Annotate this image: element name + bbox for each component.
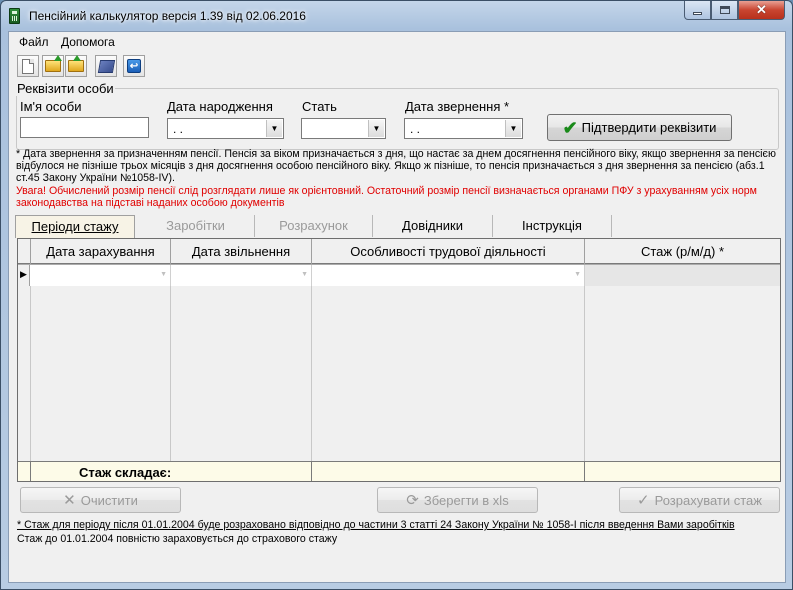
column-header[interactable]: Особливості трудової діяльності <box>312 239 585 264</box>
chevron-down-icon[interactable]: ▼ <box>574 271 581 278</box>
row-indicator-icon[interactable]: ▶ <box>18 265 30 286</box>
total-experience-value <box>585 462 780 481</box>
window-title: Пенсійний калькулятор версія 1.39 від 02… <box>29 9 306 23</box>
confirm-details-button[interactable]: ✔ Підтвердити реквізити <box>547 114 732 141</box>
app-window: Пенсійний калькулятор версія 1.39 від 02… <box>0 0 793 590</box>
refresh-icon: ⟳ <box>406 492 419 509</box>
save-xls-button[interactable]: ⟳ Зберегти в xls <box>377 487 538 513</box>
footer-note-1: * Стаж для періоду після 01.01.2004 буде… <box>17 519 735 531</box>
request-date-note: * Дата звернення за призначенням пенсії.… <box>16 148 776 185</box>
total-experience-label: Стаж складає: <box>79 465 172 480</box>
exit-icon: ↩ <box>127 59 141 73</box>
table-footer: Стаж складає: <box>18 461 780 481</box>
experience-cell <box>585 265 780 286</box>
new-button[interactable] <box>17 55 39 77</box>
new-document-icon <box>22 58 34 74</box>
work-periods-table: Дата зарахування Дата звільнення Особлив… <box>17 238 781 482</box>
menu-file[interactable]: Файл <box>19 35 49 49</box>
checkmark-icon: ✔ <box>562 117 578 138</box>
save-button[interactable] <box>65 55 87 77</box>
column-divider <box>18 286 31 461</box>
reference-button[interactable] <box>95 55 117 77</box>
table-header: Дата зарахування Дата звільнення Особлив… <box>18 239 780 264</box>
close-icon: ✕ <box>756 2 767 17</box>
tab-calculation[interactable]: Розрахунок <box>255 215 373 237</box>
tab-strip: Періоди стажу Заробітки Розрахунок Довід… <box>15 215 781 238</box>
column-divider <box>31 286 171 461</box>
name-label: Ім'я особи <box>20 99 82 114</box>
column-header[interactable]: Дата зарахування <box>31 239 171 264</box>
calculator-icon <box>9 8 20 24</box>
name-input[interactable] <box>20 117 149 138</box>
reference-book-icon <box>97 59 115 73</box>
person-details-legend: Реквізити особи <box>16 81 115 96</box>
column-header[interactable]: Дата звільнення <box>171 239 312 264</box>
open-folder-icon <box>45 55 62 72</box>
chevron-down-icon[interactable]: ▼ <box>160 271 167 278</box>
footer-empty-cell <box>312 462 585 481</box>
menu-bar: Файл Допомога <box>9 32 785 52</box>
footer-indicator-cell <box>18 462 31 481</box>
chevron-down-icon[interactable]: ▼ <box>368 120 384 137</box>
request-date-picker[interactable]: . . ▼ <box>404 118 523 139</box>
warning-note: Увага! Обчислений розмір пенсії слід роз… <box>16 185 757 210</box>
table-row: ▶ ▼ ▼ ▼ <box>18 265 780 286</box>
maximize-button[interactable] <box>711 1 738 20</box>
tab-reference[interactable]: Довідники <box>373 215 493 237</box>
gender-label: Стать <box>302 99 337 114</box>
chevron-down-icon[interactable]: ▼ <box>266 120 282 137</box>
minimize-icon <box>693 11 702 15</box>
row-header-corner <box>18 239 31 264</box>
menu-help[interactable]: Допомога <box>61 35 115 49</box>
column-divider <box>312 286 585 461</box>
chevron-down-icon[interactable]: ▼ <box>505 120 521 137</box>
request-date-label: Дата звернення * <box>405 99 510 114</box>
tab-work-periods[interactable]: Періоди стажу <box>15 215 135 238</box>
column-header[interactable]: Стаж (р/м/д) * <box>585 239 780 264</box>
save-folder-icon <box>68 55 84 72</box>
open-button[interactable] <box>42 55 64 77</box>
birth-date-label: Дата народження <box>167 99 273 114</box>
gender-select[interactable]: ▼ <box>301 118 386 139</box>
work-features-cell[interactable]: ▼ <box>312 265 585 286</box>
client-area: Файл Допомога ↩ Реквізити особи Ім'я осо… <box>8 31 786 583</box>
checkmark-icon: ✓ <box>637 492 650 509</box>
tab-instruction[interactable]: Інструкція <box>493 215 612 237</box>
birth-date-picker[interactable]: . . ▼ <box>167 118 284 139</box>
footer-label-cell <box>31 462 312 481</box>
clear-x-icon: ✕ <box>63 492 76 509</box>
footer-note-2: Стаж до 01.01.2004 повністю зараховуєтьс… <box>17 533 338 545</box>
end-date-cell[interactable]: ▼ <box>171 265 312 286</box>
minimize-button[interactable] <box>684 1 711 20</box>
exit-button[interactable]: ↩ <box>123 55 145 77</box>
close-button[interactable]: ✕ <box>738 1 785 20</box>
calculate-experience-button[interactable]: ✓ Розрахувати стаж <box>619 487 780 513</box>
tab-earnings[interactable]: Заробітки <box>137 215 255 237</box>
column-divider <box>171 286 312 461</box>
clear-button[interactable]: ✕ Очистити <box>20 487 181 513</box>
chevron-down-icon[interactable]: ▼ <box>301 271 308 278</box>
start-date-cell[interactable]: ▼ <box>31 265 171 286</box>
maximize-icon <box>719 6 730 14</box>
title-bar[interactable]: Пенсійний калькулятор версія 1.39 від 02… <box>1 1 792 31</box>
